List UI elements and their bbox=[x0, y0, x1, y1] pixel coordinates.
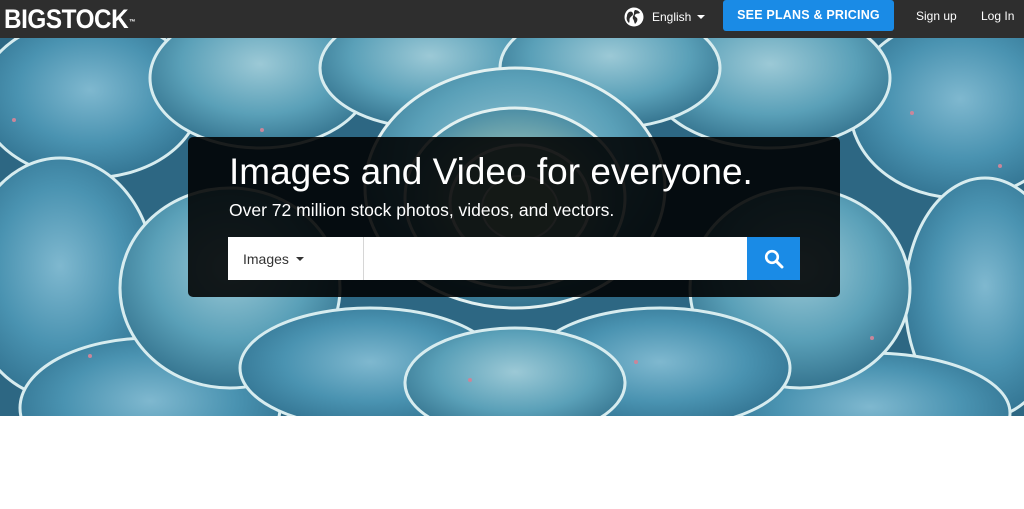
media-type-label: Images bbox=[243, 250, 289, 267]
logo-text: BIGSTOCK bbox=[4, 4, 129, 34]
chevron-down-icon bbox=[697, 15, 706, 19]
media-type-dropdown[interactable]: Images bbox=[228, 237, 364, 280]
top-navigation-bar: BIGSTOCK™ English SEE PLANS & PRICING Si… bbox=[0, 0, 1024, 38]
language-selector[interactable]: English bbox=[624, 6, 706, 28]
search-button[interactable] bbox=[747, 237, 800, 280]
login-link[interactable]: Log In bbox=[981, 9, 1014, 23]
signup-link[interactable]: Sign up bbox=[916, 9, 957, 23]
search-input[interactable] bbox=[364, 237, 747, 280]
trademark-symbol: ™ bbox=[129, 19, 135, 26]
page-content-area bbox=[0, 416, 1024, 509]
hero-subheadline: Over 72 million stock photos, videos, an… bbox=[229, 200, 615, 220]
see-plans-pricing-button[interactable]: SEE PLANS & PRICING bbox=[723, 0, 894, 31]
globe-icon bbox=[624, 7, 644, 27]
search-panel: Images and Video for everyone. Over 72 m… bbox=[188, 137, 840, 297]
hero-banner: Images and Video for everyone. Over 72 m… bbox=[0, 38, 1024, 416]
chevron-down-icon bbox=[295, 256, 304, 261]
search-icon bbox=[764, 249, 783, 268]
language-label: English bbox=[652, 10, 692, 24]
search-bar: Images bbox=[228, 237, 800, 280]
bigstock-logo[interactable]: BIGSTOCK™ bbox=[4, 2, 135, 36]
hero-headline: Images and Video for everyone. bbox=[229, 151, 753, 192]
